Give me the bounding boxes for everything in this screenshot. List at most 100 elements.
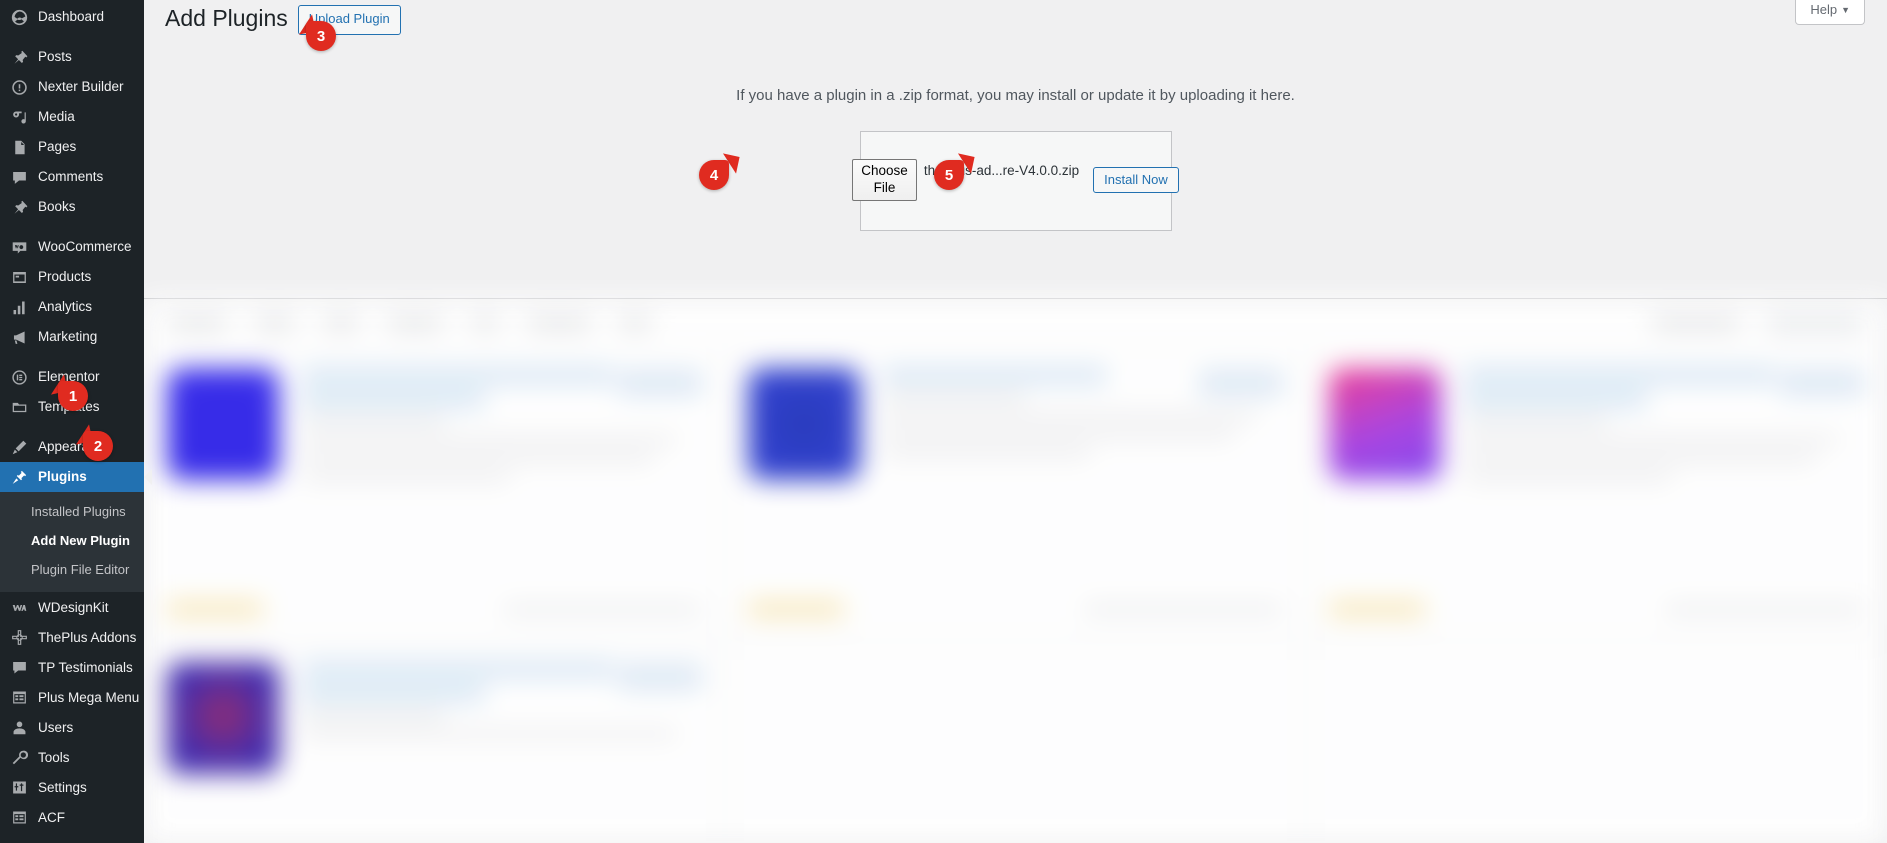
user-icon: [9, 717, 29, 737]
plugin-icon: [1329, 368, 1441, 480]
sidebar-divider: [0, 32, 144, 42]
sidebar-item-products[interactable]: Products: [0, 262, 144, 292]
plugin-rating-stars: [748, 602, 844, 616]
sidebar-item-theplus-addons[interactable]: ThePlus Addons: [0, 622, 144, 652]
filter-tab[interactable]: [168, 316, 228, 330]
filter-tab[interactable]: [322, 316, 360, 330]
sidebar-item-plus-mega-menu[interactable]: Plus Mega Menu: [0, 682, 144, 712]
media-icon: [9, 107, 29, 127]
submenu-item-plugin-file-editor[interactable]: Plugin File Editor: [0, 556, 144, 585]
sidebar-item-elementor[interactable]: Elementor: [0, 362, 144, 392]
plugin-author: [301, 710, 446, 720]
sidebar-item-label: WDesignKit: [38, 599, 109, 615]
plugin-filter-bar: [144, 299, 1887, 347]
sidebar-item-label: Analytics: [38, 299, 93, 315]
sidebar-item-acf[interactable]: ACF: [0, 802, 144, 832]
filter-tab[interactable]: [386, 316, 444, 330]
sidebar-item-label: ThePlus Addons: [38, 629, 137, 645]
choose-file-button[interactable]: Choose File: [852, 158, 917, 201]
help-tab[interactable]: Help ▼: [1795, 0, 1865, 25]
plugin-card[interactable]: [1306, 641, 1887, 843]
plugin-author: [301, 416, 446, 426]
plugin-description: [1463, 454, 1816, 464]
sidebar-item-media[interactable]: Media: [0, 102, 144, 132]
plugin-search-input[interactable]: [1767, 312, 1863, 334]
plugin-icon: [167, 662, 279, 774]
upload-plugin-button[interactable]: Upload Plugin: [297, 5, 401, 35]
sidebar-item-templates[interactable]: Templates: [0, 392, 144, 422]
plugin-icon: [167, 368, 279, 480]
plugin-card[interactable]: [1306, 347, 1887, 641]
sidebar-item-posts[interactable]: Posts: [0, 42, 144, 72]
sidebar-item-label: Settings: [38, 779, 87, 795]
sidebar-item-plugins[interactable]: Plugins: [0, 462, 152, 492]
plugin-rating-stars: [1329, 602, 1425, 616]
brush-icon: [9, 437, 29, 457]
woo-icon: [9, 237, 29, 257]
filter-tab[interactable]: [526, 316, 592, 330]
submenu-item-installed-plugins[interactable]: Installed Plugins: [0, 498, 144, 527]
sidebar-item-tp-testimonials[interactable]: TP Testimonials: [0, 652, 144, 682]
settings-sliders-icon: [9, 777, 29, 797]
sidebar-item-nexter-builder[interactable]: Nexter Builder: [0, 72, 144, 102]
sidebar-divider: [0, 222, 144, 232]
plugins-submenu: Installed Plugins Add New Plugin Plugin …: [0, 492, 144, 593]
submenu-item-add-new-plugin[interactable]: Add New Plugin: [0, 527, 144, 556]
sidebar-item-pages[interactable]: Pages: [0, 132, 144, 162]
file-input-control[interactable]: Choose File the-plus-ad...re-V4.0.0.zip: [852, 158, 1079, 201]
filter-tab[interactable]: [254, 316, 296, 330]
chevron-down-icon: ▼: [1841, 5, 1850, 15]
upload-hint-text: If you have a plugin in a .zip format, y…: [736, 87, 1295, 104]
folder-icon: [9, 397, 29, 417]
sidebar-item-dashboard[interactable]: Dashboard: [0, 2, 144, 32]
plugin-name: [301, 368, 614, 383]
sidebar-item-users[interactable]: Users: [0, 712, 144, 742]
install-now-button[interactable]: Install Now: [1093, 166, 1179, 193]
wrench-icon: [9, 747, 29, 767]
sidebar-item-woocommerce[interactable]: WooCommerce: [0, 232, 144, 262]
plugin-card[interactable]: [144, 347, 725, 641]
plugin-name-line2: [301, 392, 486, 407]
admin-sidebar: Dashboard Posts Nexter Builder Media Pag…: [0, 0, 152, 843]
sidebar-item-label: Posts: [38, 49, 72, 65]
megamenu-icon: [9, 687, 29, 707]
sidebar-item-settings[interactable]: Settings: [0, 772, 144, 802]
sidebar-item-comments[interactable]: Comments: [0, 162, 144, 192]
plugin-install-button[interactable]: [1199, 370, 1283, 396]
plugin-card[interactable]: [725, 347, 1306, 641]
plugin-card[interactable]: [725, 641, 1306, 843]
plugin-description: [1463, 473, 1672, 483]
testimonial-icon: [9, 657, 29, 677]
main-content: Help ▼ Add Plugins Upload Plugin If you h…: [144, 0, 1887, 843]
dashboard-icon: [9, 7, 29, 27]
plugin-install-button[interactable]: [618, 370, 702, 396]
megaphone-icon: [9, 327, 29, 347]
chart-bars-icon: [9, 297, 29, 317]
sidebar-divider: [0, 422, 144, 432]
theplus-icon: [9, 627, 29, 647]
filter-tab[interactable]: [470, 316, 500, 330]
sidebar-item-label: Comments: [38, 169, 104, 185]
sidebar-item-label: Plus Mega Menu: [38, 689, 140, 705]
plugin-install-button[interactable]: [618, 664, 702, 690]
sidebar-item-label: Books: [38, 199, 76, 215]
sidebar-item-label: ACF: [38, 809, 65, 825]
filter-tab[interactable]: [618, 316, 652, 330]
plugin-meta: [502, 604, 702, 614]
sidebar-item-books[interactable]: Books: [0, 192, 144, 222]
sidebar-item-analytics[interactable]: Analytics: [0, 292, 144, 322]
plugin-card[interactable]: [144, 641, 725, 843]
sidebar-item-label: Pages: [38, 139, 77, 155]
plugin-description: [882, 430, 1235, 440]
plugin-description: [1463, 435, 1840, 445]
sidebar-item-marketing[interactable]: Marketing: [0, 322, 144, 352]
plugin-description: [882, 449, 1091, 459]
sidebar-item-tools[interactable]: Tools: [0, 742, 144, 772]
plugin-description: [301, 473, 510, 483]
sidebar-item-wdesignkit[interactable]: WDesignKit: [0, 592, 144, 622]
pages-icon: [9, 137, 29, 157]
plugin-install-button[interactable]: [1780, 370, 1864, 396]
sidebar-item-appearance[interactable]: Appearance: [0, 432, 144, 462]
pin-icon: [9, 47, 29, 67]
plugin-icon: [748, 368, 860, 480]
